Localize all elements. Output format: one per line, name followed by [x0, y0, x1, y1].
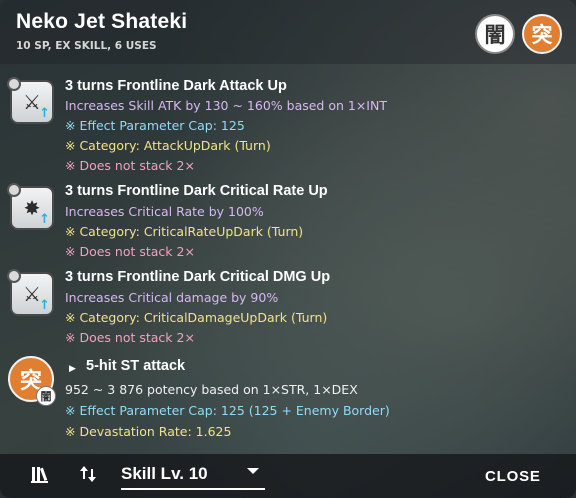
- effect-category: ※ Category: CriticalDamageUpDark (Turn): [65, 310, 328, 325]
- skill-subtitle: 10 SP, EX SKILL, 6 USES: [16, 40, 157, 52]
- effect-stack-note: ※ Does not stack 2×: [65, 330, 195, 345]
- effect-description: Increases Skill ATK by 130 ~ 160% based …: [65, 98, 387, 113]
- library-icon[interactable]: [30, 464, 50, 489]
- break-type-badge: 突: [522, 14, 562, 54]
- effect-stack-note: ※ Does not stack 2×: [65, 158, 195, 173]
- effect-cap: ※ Effect Parameter Cap: 125: [65, 118, 245, 133]
- skill-title: Neko Jet Shateki: [16, 10, 188, 33]
- effect-title: 3 turns Frontline Dark Critical Rate Up: [65, 183, 328, 199]
- attack-potency: 952 ~ 3 876 potency based on 1×STR, 1×DE…: [65, 382, 358, 397]
- close-button[interactable]: CLOSE: [485, 468, 541, 485]
- skill-header: Neko Jet Shateki 10 SP, EX SKILL, 6 USES…: [0, 0, 576, 64]
- effect-stack-note: ※ Does not stack 2×: [65, 244, 195, 259]
- attack-title[interactable]: 5-hit ST attack: [86, 358, 185, 374]
- skill-level-select[interactable]: Skill Lv. 10: [121, 460, 265, 490]
- skill-level-label: Skill Lv. 10: [121, 464, 208, 483]
- effect-description: Increases Critical Rate by 100%: [65, 204, 264, 219]
- effect-description: Increases Critical damage by 90%: [65, 290, 279, 305]
- swap-icon[interactable]: [78, 464, 98, 489]
- dark-attack-sub-icon: 闇: [36, 386, 56, 406]
- critical-rate-up-icon: ✸ ↑: [7, 183, 54, 230]
- skill-detail-panel: Neko Jet Shateki 10 SP, EX SKILL, 6 USES…: [0, 0, 576, 498]
- effect-category: ※ Category: AttackUpDark (Turn): [65, 138, 271, 153]
- footer-bar: Skill Lv. 10 CLOSE: [0, 454, 576, 498]
- effect-title: 3 turns Frontline Dark Critical DMG Up: [65, 269, 331, 285]
- sword-attack-up-icon: ⚔ ↑: [7, 77, 54, 124]
- attack-cap: ※ Effect Parameter Cap: 125 (125 + Enemy…: [65, 403, 390, 418]
- dark-element-badge: 闇: [475, 14, 515, 54]
- expand-caret-icon[interactable]: ▶: [69, 364, 76, 374]
- effect-title: 3 turns Frontline Dark Attack Up: [65, 78, 287, 94]
- effect-category: ※ Category: CriticalRateUpDark (Turn): [65, 224, 304, 239]
- critical-damage-up-icon: ⚔ ↑: [7, 269, 54, 316]
- chevron-down-icon: [247, 468, 259, 474]
- attack-devastation: ※ Devastation Rate: 1.625: [65, 424, 232, 439]
